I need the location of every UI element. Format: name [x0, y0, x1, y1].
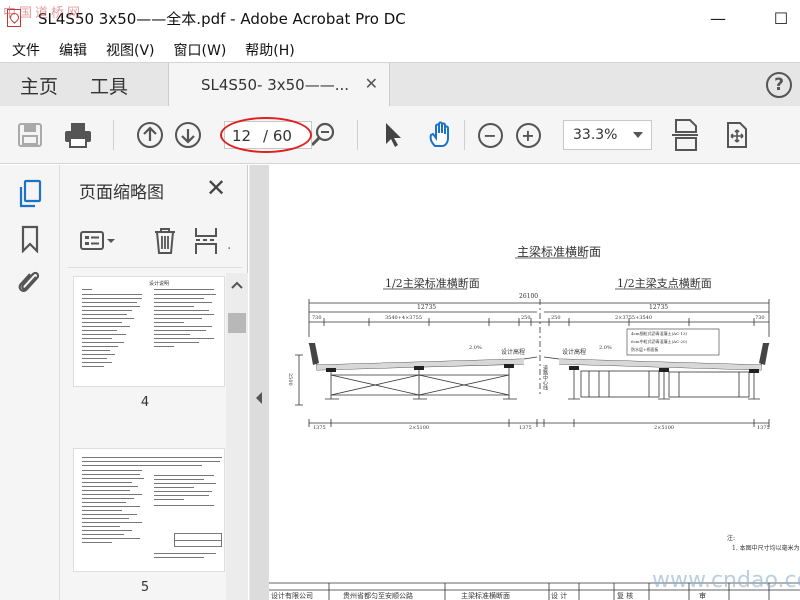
save-icon[interactable] [15, 120, 45, 150]
toolbar-divider [464, 120, 465, 150]
pdf-page[interactable]: 主梁标准横断面 1/2主梁标准横断面 1/2主梁支点横断面 26100 1273… [269, 165, 800, 600]
document-tab-label: SL4S50- 3x50——... [201, 76, 350, 94]
toolbar-divider [113, 120, 114, 150]
zoom-in-icon[interactable]: + [513, 120, 543, 150]
chevron-down-icon [633, 132, 643, 138]
dim-left-inner: 3540+4×3755 [385, 315, 423, 321]
toolbar: − + [0, 106, 800, 164]
site-watermark-bottom: www.cndao.com [652, 568, 800, 593]
dim-bottom-left: 1375 [313, 425, 326, 431]
pavement-note-line: 防水层+桥面板 [631, 347, 659, 352]
dim-edge-right: 730 [755, 315, 765, 321]
minimize-button[interactable]: — [703, 6, 733, 30]
title-block-review: 复 核 [617, 592, 634, 600]
collapse-panel-handle[interactable] [250, 165, 269, 600]
tab-home[interactable]: 主页 [20, 72, 58, 99]
scroll-up-icon[interactable] [231, 281, 243, 289]
pavement-note-line: 6cm中粒式沥青混凝土(AC-20) [631, 339, 688, 344]
page-thumbnails-icon[interactable] [17, 179, 43, 213]
tab-tools[interactable]: 工具 [90, 72, 128, 99]
menu-file[interactable]: 文件 [12, 40, 40, 60]
scrollbar-thumb[interactable] [228, 313, 246, 333]
thumbnail-list: 设计说明 4 5 [60, 273, 230, 600]
site-watermark-top: 中国道桥网 [3, 6, 84, 21]
thumbnail-page-number: 5 [140, 580, 150, 595]
deck-elevation-left: 设计高程 [501, 349, 526, 356]
menu-help[interactable]: 帮助(H) [245, 40, 294, 60]
zoom-marquee-icon[interactable] [308, 120, 338, 150]
window-title: SL4S50 3x50——全本.pdf - Adobe Acrobat Pro … [38, 10, 406, 28]
tab-document[interactable]: SL4S50- 3x50——... ✕ [168, 63, 390, 107]
dim-height: 2500 [287, 373, 293, 386]
zoom-level-value: 33.3% [573, 127, 618, 143]
dim-edge-left: 730 [312, 315, 322, 321]
note-title: 注: [727, 535, 736, 542]
dim-bottom-right-mid: 2×5100 [654, 425, 675, 431]
select-cursor-icon[interactable] [378, 120, 408, 150]
next-page-icon[interactable] [173, 120, 203, 150]
close-panel-icon[interactable]: ✕ [206, 174, 226, 202]
title-bar: SL4S50 3x50——全本.pdf - Adobe Acrobat Pro … [0, 0, 800, 37]
cross-section-drawing [269, 257, 800, 600]
thumbnail-page-number: 4 [140, 395, 150, 410]
slope-left: 2.0% [469, 345, 482, 351]
page-thumbnail-4[interactable]: 设计说明 [73, 276, 225, 387]
menu-edit[interactable]: 编辑 [59, 40, 87, 60]
dim-mid-left: 250 [521, 315, 531, 321]
navigation-rail [0, 165, 60, 600]
attachment-paperclip-icon[interactable] [17, 268, 43, 302]
full-screen-icon[interactable] [721, 120, 751, 150]
fit-page-icon[interactable] [670, 119, 700, 151]
dim-overall-width: 26100 [519, 293, 539, 300]
dim-bottom-right: 1375 [757, 425, 770, 431]
print-icon[interactable] [63, 120, 93, 150]
panel-divider [68, 267, 242, 268]
title-block-drawing-name: 主梁标准横断面 [461, 592, 510, 600]
insert-page-icon[interactable] [193, 226, 219, 260]
hand-tool-icon[interactable] [426, 120, 456, 150]
red-highlight-circle [220, 117, 312, 153]
help-icon[interactable]: ? [766, 72, 792, 98]
pavement-note-line: 4cm细粒式沥青混凝土(AC-13) [631, 331, 688, 336]
maximize-button[interactable]: ☐ [766, 6, 796, 30]
dim-right-half: 12735 [649, 304, 669, 311]
zoom-level-dropdown[interactable]: 33.3% [563, 120, 652, 150]
page-thumbnail-5[interactable] [73, 448, 225, 572]
title-block-design: 设 计 [551, 592, 568, 600]
previous-page-icon[interactable] [135, 120, 165, 150]
thumbnails-panel: 页面缩略图 ✕ . 设计说明 4 5 [60, 165, 248, 600]
road-centerline-label: 道路中心线 [542, 365, 548, 390]
bookmark-icon[interactable] [20, 225, 40, 257]
zoom-out-icon[interactable]: − [475, 120, 505, 150]
dim-mid-right: 250 [551, 315, 561, 321]
thumbnail-options-menu[interactable] [79, 229, 119, 255]
more-tools-icon[interactable]: . [227, 237, 231, 253]
close-tab-icon[interactable]: ✕ [365, 74, 378, 93]
deck-elevation-right: 设计高程 [562, 349, 587, 356]
collapse-arrow-icon[interactable] [255, 391, 263, 405]
menu-bar: 文件 编辑 视图(V) 窗口(W) 帮助(H) [0, 37, 800, 62]
menu-view[interactable]: 视图(V) [106, 40, 155, 60]
dim-bottom-mid-right: 1375 [519, 425, 532, 431]
slope-right: 2.0% [599, 345, 612, 351]
panel-title: 页面缩略图 [79, 183, 164, 203]
trash-icon[interactable] [152, 226, 178, 260]
note-line: 1. 本图中尺寸均以毫米为 [732, 545, 800, 552]
tab-bar: 主页 工具 SL4S50- 3x50——... ✕ [0, 62, 800, 107]
title-block-company: 设计有限公司 [271, 592, 313, 600]
dim-bottom-mid-left: 2×5100 [409, 425, 430, 431]
title-block-project: 贵州省都匀至安顺公路 [343, 592, 413, 600]
dim-right-inner: 2×3755+3540 [615, 315, 653, 321]
dim-left-half: 12735 [417, 304, 437, 311]
toolbar-divider [357, 120, 358, 150]
menu-window[interactable]: 窗口(W) [174, 40, 227, 60]
thumbnail-scrollbar[interactable] [226, 273, 248, 600]
